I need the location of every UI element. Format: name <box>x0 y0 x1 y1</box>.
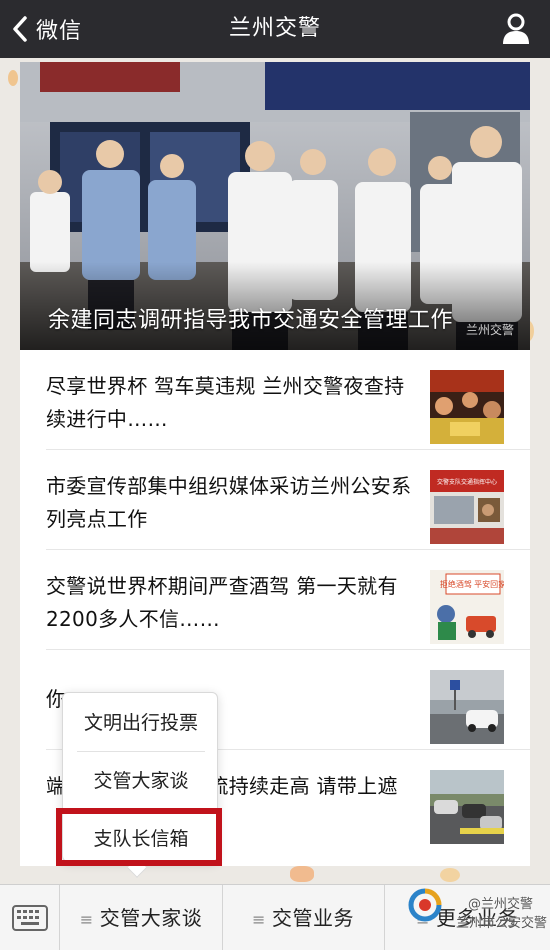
keyboard-icon <box>12 905 48 931</box>
top-navigation-bar: 微信 兰州交警 <box>0 0 550 58</box>
background-decoration <box>440 868 460 882</box>
highlight-box <box>56 808 222 866</box>
weibo-logo-icon <box>408 888 442 922</box>
thumbnail-text: 交警支队交通指挥中心 <box>437 478 497 486</box>
tab-label: 交管大家谈 <box>99 906 203 930</box>
keyboard-toggle-button[interactable] <box>0 885 60 950</box>
news-item[interactable]: 市委宣传部集中组织媒体采访兰州公安系列亮点工作 交警支队交通指挥中心 <box>20 450 530 550</box>
menu-lines-icon: ≡ <box>79 910 94 929</box>
news-title: 尽享世界杯 驾车莫违规 兰州交警夜查持续进行中…… <box>46 374 405 431</box>
menu-item-discussion[interactable]: 交管大家谈 <box>63 759 219 803</box>
news-item[interactable]: 交警说世界杯期间严查酒驾 第一天就有2200多人不信…… 拒绝酒驾 平安回家 <box>20 550 530 650</box>
news-thumbnail <box>430 770 504 844</box>
menu-lines-icon: ≡ <box>252 910 266 929</box>
wechat-article-page: 微信 兰州交警 余建同志调研指导我市交通安全管理工作 兰州交警 尽享世界杯 驾车… <box>0 0 550 950</box>
news-title: 市委宣传部集中组织媒体采访兰州公安系列亮点工作 <box>46 474 412 531</box>
watermark-handle: @兰州交警 <box>468 897 534 912</box>
news-thumbnail: 交警支队交通指挥中心 <box>430 470 504 544</box>
back-label: 微信 <box>36 19 83 44</box>
person-icon <box>503 13 529 44</box>
tab-label: 交管业务 <box>271 906 354 930</box>
background-decoration <box>290 866 314 882</box>
news-item[interactable]: 尽享世界杯 驾车莫违规 兰州交警夜查持续进行中…… <box>20 350 530 450</box>
news-title: 交警说世界杯期间严查酒驾 第一天就有2200多人不信…… <box>46 574 398 631</box>
profile-button[interactable] <box>500 12 532 46</box>
hero-caption: 余建同志调研指导我市交通安全管理工作 <box>48 308 454 333</box>
news-thumbnail <box>430 670 504 744</box>
hero-watermark: 兰州交警 <box>465 323 514 337</box>
tab-services[interactable]: ≡ 交管业务 <box>222 885 384 950</box>
hero-article[interactable]: 余建同志调研指导我市交通安全管理工作 兰州交警 <box>20 62 530 350</box>
back-chevron-icon <box>13 16 27 42</box>
news-thumbnail: 拒绝酒驾 平安回家 <box>430 570 504 644</box>
news-thumbnail <box>430 370 504 444</box>
menu-divider <box>77 751 205 752</box>
thumbnail-text: 拒绝酒驾 平安回家 <box>440 579 504 589</box>
menu-item-vote[interactable]: 文明出行投票 <box>63 701 219 745</box>
background-decoration <box>8 70 18 86</box>
page-title: 兰州交警 <box>228 16 321 41</box>
back-button[interactable]: 微信 <box>8 8 98 50</box>
tab-discussion[interactable]: ≡ 交管大家谈 <box>60 885 222 950</box>
watermark-name: 兰州市公安交警 <box>456 916 548 931</box>
